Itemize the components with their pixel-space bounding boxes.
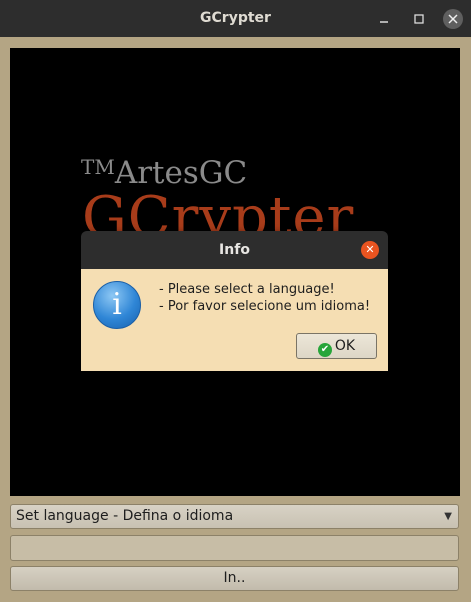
check-icon: ✔ <box>317 343 332 357</box>
ok-button[interactable]: ✔ OK <box>296 333 377 359</box>
minimize-icon <box>380 21 388 23</box>
text-field[interactable] <box>10 535 459 561</box>
close-button[interactable] <box>443 9 463 29</box>
maximize-icon <box>414 14 424 24</box>
trademark-label: TM <box>81 155 115 179</box>
close-icon <box>448 14 458 24</box>
message-line-2: - Por favor selecione um idioma! <box>159 299 371 314</box>
maximize-button[interactable] <box>408 8 430 30</box>
chevron-down-icon: ▼ <box>444 511 452 522</box>
dialog-title: Info <box>219 242 250 258</box>
dialog-message: - Please select a language! - Por favor … <box>159 281 370 315</box>
dialog-header: Info ✕ <box>81 231 388 269</box>
minimize-button[interactable] <box>373 8 395 30</box>
info-icon: i <box>93 281 141 329</box>
ok-button-label: OK <box>334 338 356 354</box>
close-icon: ✕ <box>365 243 375 256</box>
info-dialog: Info ✕ i - Please select a language! - P… <box>81 231 388 371</box>
language-select[interactable]: Set language - Defina o idioma ▼ <box>10 504 459 529</box>
dialog-content: i - Please select a language! - Por favo… <box>81 269 388 371</box>
title-bar: GCrypter <box>0 0 471 37</box>
in-button[interactable]: In.. <box>10 566 459 591</box>
window-title: GCrypter <box>200 10 271 26</box>
language-select-value: Set language - Defina o idioma <box>16 508 234 524</box>
dialog-close-button[interactable]: ✕ <box>361 241 379 259</box>
message-line-1: - Please select a language! <box>159 282 335 297</box>
